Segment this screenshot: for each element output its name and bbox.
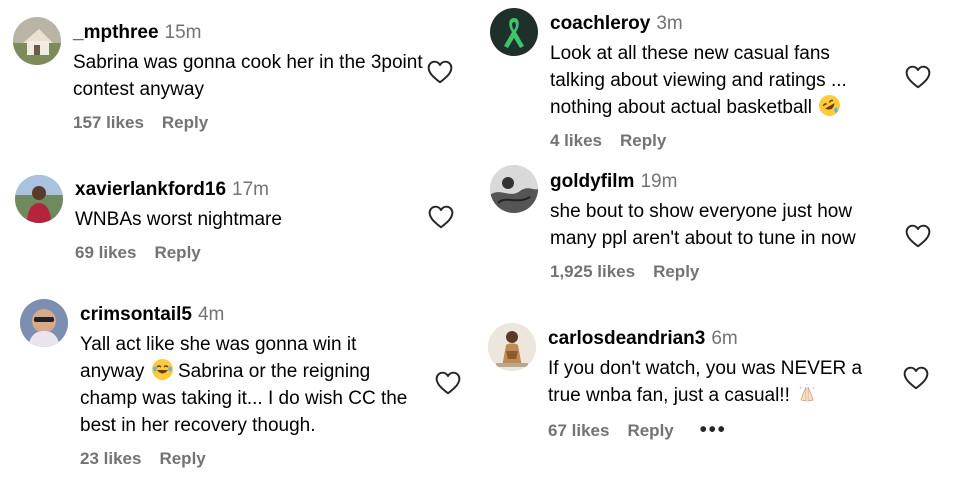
reply-button[interactable]: Reply — [162, 113, 208, 133]
comment-text: Yall act like she was gonna win it anywa… — [80, 334, 408, 436]
comment-item: coachleroy 3m Look at all these new casua… — [490, 8, 940, 158]
comment-item: goldyfilm 19m she bout to show everyone j… — [490, 165, 940, 315]
timestamp: 19m — [640, 171, 678, 192]
comment-item: crimsontail5 4m Yall act like she was gon… — [20, 299, 470, 479]
comment-text: Sabrina was gonna cook her in the 3point… — [73, 52, 423, 100]
comment-item: xavierlankford16 17m WNBAs worst nightmar… — [15, 175, 465, 270]
rolling-on-floor-laughing-icon — [819, 95, 841, 116]
heart-outline-icon[interactable] — [435, 371, 461, 395]
reply-button[interactable]: Reply — [154, 243, 200, 263]
avatar[interactable] — [20, 299, 68, 347]
comment-text: Look at all these new casual fans talkin… — [550, 43, 847, 118]
comment-text: she bout to show everyone just how many … — [550, 201, 856, 249]
heart-outline-icon[interactable] — [905, 224, 931, 248]
likes-count[interactable]: 157 likes — [73, 113, 144, 133]
likes-count[interactable]: 4 likes — [550, 131, 602, 151]
username[interactable]: coachleroy — [550, 13, 650, 34]
avatar[interactable] — [488, 323, 536, 371]
avatar-image — [488, 323, 536, 371]
timestamp: 15m — [164, 22, 202, 43]
username[interactable]: crimsontail5 — [80, 304, 192, 325]
username[interactable]: _mpthree — [73, 22, 159, 43]
timestamp: 17m — [232, 179, 269, 200]
avatar[interactable] — [13, 17, 61, 65]
folded-hands-icon — [797, 384, 817, 404]
avatar[interactable] — [15, 175, 63, 223]
timestamp: 3m — [656, 13, 683, 34]
avatar-image — [490, 165, 538, 213]
comment-item: _mpthree 15m Sabrina was gonna cook her i… — [13, 17, 463, 137]
avatar-image — [13, 17, 61, 65]
timestamp: 6m — [711, 328, 738, 349]
likes-count[interactable]: 1,925 likes — [550, 262, 635, 282]
avatar[interactable] — [490, 165, 538, 213]
reply-button[interactable]: Reply — [653, 262, 699, 282]
username[interactable]: carlosdeandrian3 — [548, 328, 705, 349]
heart-outline-icon[interactable] — [428, 205, 454, 229]
comment-item: carlosdeandrian3 6m If you don't watch, y… — [488, 323, 948, 453]
more-options-icon[interactable]: ••• — [700, 419, 727, 442]
avatar[interactable] — [490, 8, 538, 56]
avatar-image — [15, 175, 63, 223]
comment-text: WNBAs worst nightmare — [75, 209, 282, 230]
comment-text: If you don't watch, you was NEVER a true… — [548, 358, 863, 406]
reply-button[interactable]: Reply — [627, 421, 673, 441]
reply-button[interactable]: Reply — [620, 131, 666, 151]
avatar-image — [20, 299, 68, 347]
timestamp: 4m — [197, 304, 225, 325]
avatar-image — [490, 8, 538, 56]
likes-count[interactable]: 69 likes — [75, 243, 136, 263]
username[interactable]: xavierlankford16 — [75, 179, 226, 200]
likes-count[interactable]: 67 likes — [548, 421, 609, 441]
heart-outline-icon[interactable] — [905, 65, 931, 89]
heart-outline-icon[interactable] — [903, 366, 929, 390]
username[interactable]: goldyfilm — [550, 171, 634, 192]
face-with-tears-of-joy-icon — [151, 359, 173, 380]
likes-count[interactable]: 23 likes — [80, 449, 141, 469]
reply-button[interactable]: Reply — [159, 449, 205, 469]
heart-outline-icon[interactable] — [427, 60, 453, 84]
